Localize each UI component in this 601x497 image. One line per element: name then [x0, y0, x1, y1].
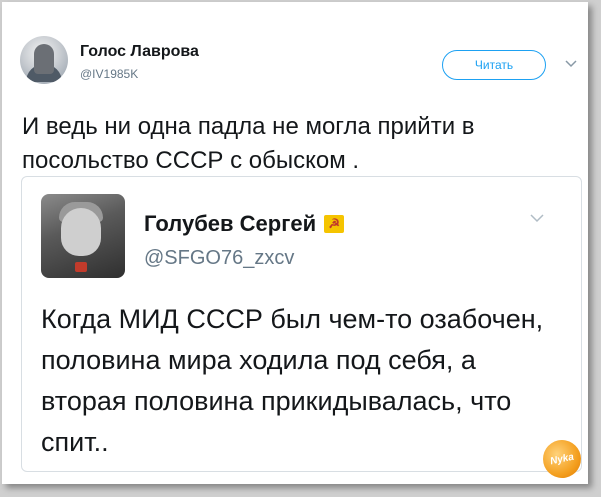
- quoted-author-display-name-row[interactable]: Голубев Сергей ☭: [144, 211, 345, 237]
- follow-button[interactable]: Читать: [442, 50, 546, 80]
- author-display-name[interactable]: Голос Лаврова: [80, 43, 199, 61]
- quoted-tweet[interactable]: Голубев Сергей ☭ @SFGO76_zxcv Когда МИД …: [21, 176, 582, 472]
- chevron-down-icon[interactable]: [530, 213, 544, 223]
- chevron-down-icon[interactable]: [565, 58, 577, 68]
- quoted-tweet-text: Когда МИД СССР был чем-то озабочен, поло…: [41, 304, 544, 457]
- author-handle[interactable]: @IV1985K: [80, 67, 138, 81]
- quoted-author-handle[interactable]: @SFGO76_zxcv: [144, 247, 294, 270]
- quoted-author-avatar[interactable]: [41, 194, 125, 278]
- quoted-author-display-name[interactable]: Голубев Сергей: [144, 211, 316, 237]
- hammer-sickle-flag-icon: ☭: [324, 215, 345, 233]
- tweet-text: И ведь ни одна падла не могла прийти в п…: [22, 113, 475, 174]
- author-avatar[interactable]: [20, 36, 68, 84]
- tweet-card: Голос Лаврова @IV1985K Читать И ведь ни …: [2, 2, 588, 484]
